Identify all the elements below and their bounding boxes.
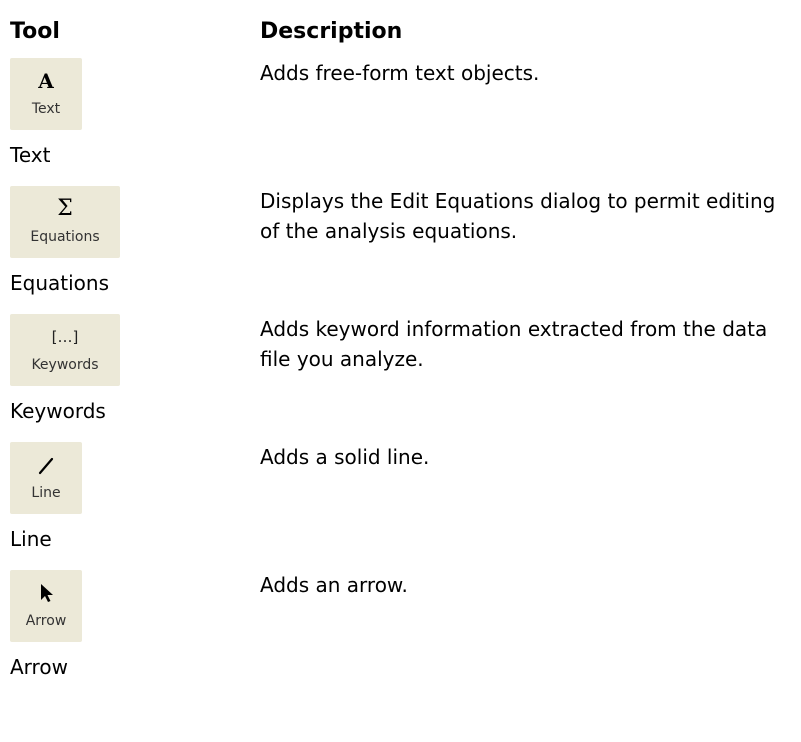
tool-name: Arrow — [10, 655, 68, 679]
description-column-header: Description — [260, 19, 403, 44]
equations-tool-button-label: Equations — [30, 229, 100, 245]
line-tool-button-label: Line — [31, 485, 61, 501]
tool-description: Displays the Edit Equations dialog to pe… — [260, 189, 776, 243]
tool-name: Line — [10, 527, 52, 551]
tool-column-header: Tool — [10, 19, 60, 44]
line-tool-button[interactable]: Line — [10, 442, 82, 514]
keywords-tool-button[interactable]: […] Keywords — [10, 314, 120, 386]
table-header: Tool Description — [10, 14, 790, 50]
line-icon — [10, 452, 82, 478]
arrow-tool-button-label: Arrow — [25, 613, 67, 629]
equations-tool-button[interactable]: Σ Equations — [10, 186, 120, 258]
tool-name: Text — [10, 143, 51, 167]
tool-description: Adds a solid line. — [260, 445, 430, 469]
arrow-tool-button[interactable]: Arrow — [10, 570, 82, 642]
tool-name: Keywords — [10, 399, 106, 423]
keywords-icon: […] — [51, 327, 79, 346]
keywords-tool-button-label: Keywords — [31, 357, 99, 373]
text-tool-button-label: Text — [31, 101, 61, 117]
tool-description: Adds free-form text objects. — [260, 61, 540, 85]
sigma-icon: Σ — [57, 196, 73, 221]
text-icon: A — [38, 69, 54, 93]
tool-description: Adds keyword information extracted from … — [260, 317, 768, 371]
text-tool-button[interactable]: A Text — [10, 58, 82, 130]
tool-name: Equations — [10, 271, 109, 295]
tool-description: Adds an arrow. — [260, 573, 408, 597]
arrow-pointer-icon — [10, 580, 82, 606]
